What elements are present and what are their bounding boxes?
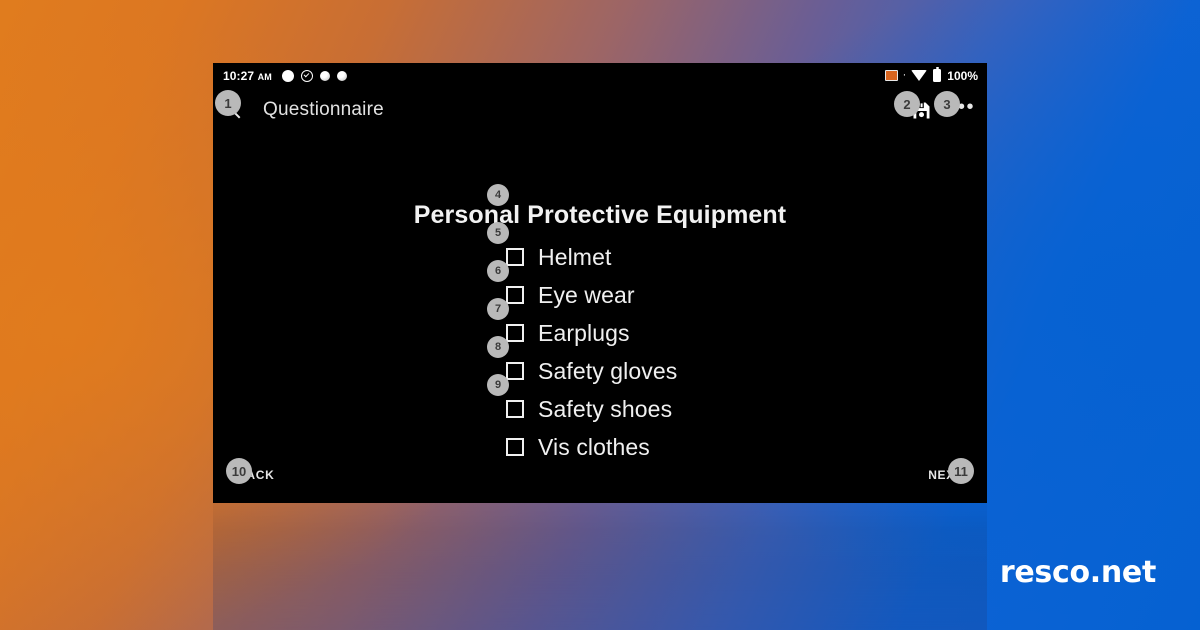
resco-logo: resco.net xyxy=(999,555,1156,590)
battery-percent-label: 100% xyxy=(947,68,978,83)
annotation-badge-7: 7 xyxy=(487,298,509,320)
notification-dot-icon xyxy=(319,70,330,81)
wifi-icon xyxy=(911,70,928,81)
annotation-badge-5: 5 xyxy=(487,222,509,244)
annotation-badge-8: 8 xyxy=(487,336,509,358)
annotation-badge-2: 2 xyxy=(894,91,920,117)
options-list: Helmet Eye wear Earplugs Safety gloves S… xyxy=(506,238,677,466)
signal-separator-dot: · xyxy=(902,69,907,81)
status-bar: 10:27 AM · 100% xyxy=(213,63,987,88)
option-label-earplugs: Earplugs xyxy=(538,319,630,346)
checkbox-helmet[interactable] xyxy=(506,248,524,266)
app-bar: Questionnaire ••• xyxy=(213,88,987,132)
option-label-safety-shoes: Safety shoes xyxy=(538,395,673,422)
annotation-badge-3: 3 xyxy=(934,91,960,117)
clock-ampm: AM xyxy=(257,71,272,82)
option-eye-wear[interactable]: Eye wear xyxy=(506,276,677,314)
checkbox-safety-gloves[interactable] xyxy=(506,362,524,380)
battery-icon xyxy=(933,67,942,82)
checkbox-earplugs[interactable] xyxy=(506,324,524,342)
status-bar-right: · 100% xyxy=(884,67,978,83)
bottom-nav: BACK NEXT xyxy=(213,455,987,495)
annotation-badge-9: 9 xyxy=(487,374,509,396)
option-safety-shoes[interactable]: Safety shoes xyxy=(506,390,677,428)
annotation-badge-10: 10 xyxy=(226,458,252,484)
question-title: Personal Protective Equipment xyxy=(413,201,787,229)
option-helmet[interactable]: Helmet xyxy=(506,238,677,276)
option-safety-gloves[interactable]: Safety gloves xyxy=(506,352,677,390)
page-title: Questionnaire xyxy=(263,99,384,120)
device-screenshot: 10:27 AM · 100% Questionnaire ••• Person… xyxy=(213,63,987,503)
annotation-badge-6: 6 xyxy=(487,260,509,282)
option-earplugs[interactable]: Earplugs xyxy=(506,314,677,352)
notification-circle-icon xyxy=(281,69,294,82)
signal-icon xyxy=(884,70,898,81)
checkbox-safety-shoes[interactable] xyxy=(506,400,524,418)
option-label-safety-gloves: Safety gloves xyxy=(538,357,678,384)
checkbox-vis-clothes[interactable] xyxy=(506,438,524,456)
checkbox-eye-wear[interactable] xyxy=(506,286,524,304)
annotation-badge-11: 11 xyxy=(948,458,974,484)
clock-time: 10:27 xyxy=(223,68,255,83)
option-label-helmet: Helmet xyxy=(538,243,612,270)
notification-check-circle-icon xyxy=(300,69,313,82)
annotation-badge-4: 4 xyxy=(487,184,509,206)
option-label-eye-wear: Eye wear xyxy=(538,281,635,308)
status-bar-left: 10:27 AM xyxy=(223,69,347,83)
notification-icons xyxy=(281,69,347,82)
annotation-badge-1: 1 xyxy=(215,90,241,116)
notification-globe-icon xyxy=(336,70,347,81)
status-clock: 10:27 AM xyxy=(223,69,272,83)
